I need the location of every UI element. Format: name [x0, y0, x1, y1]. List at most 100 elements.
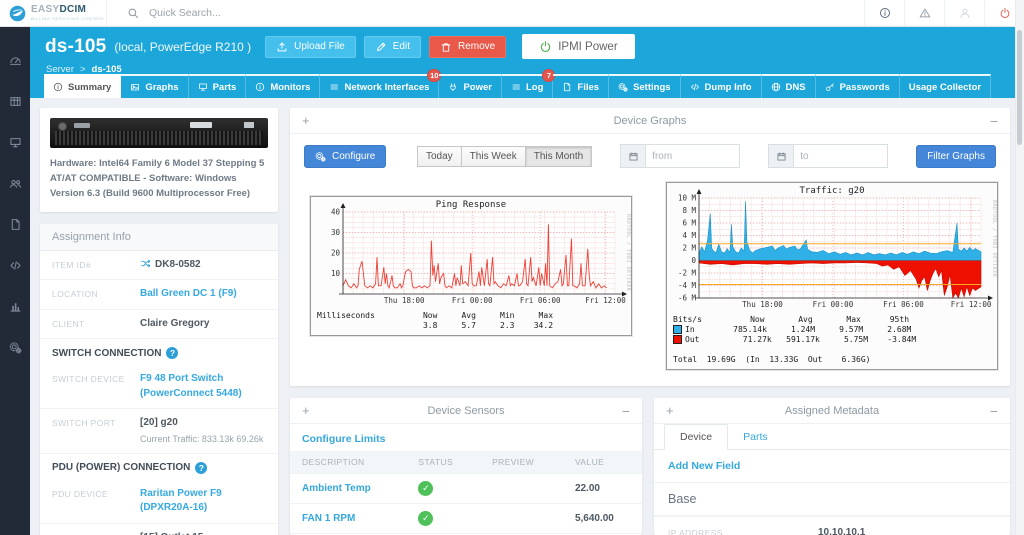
server-photo [50, 118, 268, 148]
sensor-name[interactable]: FAN 1 RPM [290, 503, 407, 534]
tab-log[interactable]: Log 7 [501, 69, 556, 98]
move-handle-icon[interactable]: + [302, 403, 310, 418]
tab-power[interactable]: Power [439, 74, 502, 98]
info-button[interactable] [864, 0, 904, 26]
sidebar-item-api[interactable] [0, 245, 30, 286]
switch-value[interactable]: F9 48 Port Switch (PowerConnect 5448) [140, 373, 242, 399]
page-scrollbar[interactable] [1015, 0, 1024, 535]
filter-graphs-button[interactable]: Filter Graphs [916, 144, 996, 168]
rrd-plot: 10 M 8 M 6 M 4 M 2 M 0 -2 M -4 M -6 M Thu 18:00 Fr… [667, 183, 997, 310]
tab-dns[interactable]: DNS [761, 74, 816, 98]
tab-label: Passwords [839, 81, 890, 93]
svg-text:8 M: 8 M [682, 206, 696, 215]
sidebar-item-settings[interactable] [0, 327, 30, 368]
date-to-input[interactable] [794, 145, 888, 167]
sensor-name[interactable]: Ambient Temp [290, 473, 407, 504]
add-new-field-link[interactable]: Add New Field [654, 450, 1010, 483]
assignment-label: LOCATION [52, 289, 99, 300]
easydcim-logo[interactable]: EASYDCIM BILLING SERVICING CONTROL [0, 0, 107, 26]
tab-network-interfaces[interactable]: Network Interfaces 10 [320, 69, 442, 98]
assignment-value: Claire Gregory [140, 317, 210, 329]
assignment-info-card: Assignment Info ITEM ID# DK8-0582 LOCATION… [40, 223, 278, 535]
sensors-table: DESCRIPTION STATUS PREVIEW VALUE Ambient Te… [290, 451, 642, 535]
ipmi-power-button[interactable]: IPMI Power [522, 34, 635, 59]
configure-button[interactable]: Configure [304, 144, 387, 168]
sensor-row: Ambient Temp ✓ 22.00 [290, 473, 642, 504]
scrollbar-thumb[interactable] [1017, 30, 1022, 145]
svg-text:RRDTOOL / TOBI OETIKER: RRDTOOL / TOBI OETIKER [991, 200, 997, 278]
assignment-info-title: Assignment Info [40, 223, 278, 251]
svg-text:Fri 06:00: Fri 06:00 [883, 300, 924, 309]
pdu-row: PDU DEVICE Raritan Power F9 (DPXR20A-16) [40, 480, 278, 523]
collapse-icon[interactable]: − [990, 114, 998, 128]
sidebar-item-dashboard[interactable] [0, 40, 30, 81]
table-icon [9, 95, 22, 108]
svg-text:10: 10 [331, 269, 341, 278]
users-icon [9, 177, 22, 190]
tab-monitors[interactable]: Monitors [246, 74, 321, 98]
main-sidebar [0, 26, 30, 535]
metadata-tab-parts[interactable]: Parts [728, 425, 783, 449]
sidebar-item-orders[interactable] [0, 204, 30, 245]
breadcrumb: Server > ds-105 [46, 64, 122, 75]
svg-text:Fri 12:00: Fri 12:00 [951, 300, 992, 309]
hardware-description: Hardware: Intel64 Family 6 Model 37 Step… [50, 158, 265, 200]
sidebar-item-clients[interactable] [0, 163, 30, 204]
today-button[interactable]: Today [416, 145, 462, 167]
help-icon[interactable]: ? [195, 461, 208, 474]
tab-dump-info[interactable]: Dump Info [680, 74, 762, 98]
collapse-icon[interactable]: − [990, 404, 998, 418]
traffic-graph: 10 M 8 M 6 M 4 M 2 M 0 -2 M -4 M -6 M Thu 18:00 Fr… [666, 182, 998, 370]
pdu-value[interactable]: Raritan Power F9 (DPXR20A-16) [140, 488, 222, 514]
tab-graphs[interactable]: Graphs [121, 74, 189, 98]
svg-text:20: 20 [331, 249, 341, 258]
svg-text:RRDTOOL / TOBI OETIKER: RRDTOOL / TOBI OETIKER [625, 214, 631, 292]
calendar-icon[interactable] [621, 145, 647, 167]
pdu-label: PDU OUTLET [52, 531, 140, 535]
account-button[interactable] [944, 0, 984, 26]
assigned-metadata-panel: + Assigned Metadata − Device Parts Add N… [654, 398, 1010, 535]
date-from-input[interactable] [646, 145, 740, 167]
sidebar-item-devices[interactable] [0, 122, 30, 163]
legend-line: Milliseconds Now Avg Min Max [317, 310, 554, 320]
assigned-metadata-title: Assigned Metadata [784, 404, 880, 417]
tab-files[interactable]: Files [553, 74, 610, 98]
device-summary-card: Hardware: Intel64 Family 6 Model 37 Step… [40, 108, 278, 212]
legend-line: 3.8 5.7 2.3 34.2 [317, 320, 554, 330]
calendar-icon[interactable] [769, 145, 795, 167]
plug-icon [448, 82, 458, 92]
this-month-button[interactable]: This Month [525, 145, 593, 167]
pdu-label: PDU DEVICE [52, 488, 108, 499]
edit-button[interactable]: Edit [363, 35, 421, 58]
metadata-tab-device[interactable]: Device [664, 424, 729, 450]
gear-icon [315, 151, 326, 162]
column-value: VALUE [562, 451, 642, 474]
svg-text:Fri 00:00: Fri 00:00 [452, 296, 493, 305]
sidebar-item-reports[interactable] [0, 286, 30, 327]
svg-text:4 M: 4 M [682, 231, 696, 240]
rrd-legend: Milliseconds Now Avg Min Max 3.8 5.7 2.3… [311, 309, 631, 335]
configure-limits-link[interactable]: Configure Limits [290, 424, 642, 451]
remove-button[interactable]: Remove [428, 35, 507, 58]
device-graphs-panel: + Device Graphs − Configure Today This W… [290, 108, 1010, 386]
tab-passwords[interactable]: Passwords [815, 74, 900, 98]
help-icon[interactable]: ? [166, 347, 179, 360]
switch-label: SWITCH DEVICE [52, 374, 125, 385]
tab-parts[interactable]: Parts [188, 74, 247, 98]
sensor-value: 22.00 [562, 473, 642, 504]
move-handle-icon[interactable]: + [666, 403, 674, 418]
this-week-button[interactable]: This Week [461, 145, 526, 167]
move-handle-icon[interactable]: + [302, 113, 310, 128]
tab-settings[interactable]: Settings [609, 74, 681, 98]
sidebar-item-racks[interactable] [0, 81, 30, 122]
tab-label: Settings [633, 81, 671, 93]
search-input[interactable] [147, 6, 471, 20]
assignment-value[interactable]: Ball Green DC 1 (F9) [140, 288, 237, 299]
alerts-button[interactable] [904, 0, 944, 26]
upload-file-button[interactable]: Upload File [265, 35, 356, 58]
code-icon [9, 259, 22, 272]
tab-summary[interactable]: Summary [44, 74, 122, 98]
collapse-icon[interactable]: − [622, 404, 630, 418]
assignment-row: CLIENT Claire Gregory [40, 308, 278, 339]
tab-usage-collector[interactable]: Usage Collector [899, 74, 992, 98]
